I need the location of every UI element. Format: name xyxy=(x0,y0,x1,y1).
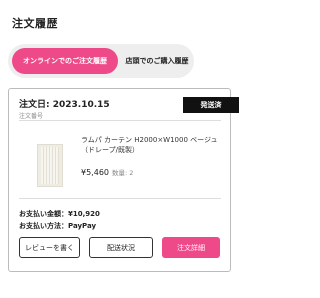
divider xyxy=(19,198,221,199)
product-image[interactable] xyxy=(37,144,63,187)
payment-method: お支払い方法：PayPay xyxy=(19,222,97,230)
shipping-status-button[interactable]: 配送状況 xyxy=(89,237,153,258)
divider xyxy=(19,120,221,121)
order-source-tabs: オンラインでのご注文履歴 店頭でのご購入履歴 xyxy=(8,44,194,78)
product-price-line: ¥5,460 数量: 2 xyxy=(81,167,133,177)
write-review-button[interactable]: レビューを書く xyxy=(19,237,80,258)
status-badge: 発送済 xyxy=(183,97,239,113)
order-detail-button[interactable]: 注文詳細 xyxy=(162,237,220,258)
product-name[interactable]: ラムパ カーテン H2000×W1000 ベージュ（ドレープ/既製） xyxy=(81,135,221,155)
tab-online-orders[interactable]: オンラインでのご注文履歴 xyxy=(12,48,118,74)
payment-amount: お支払い金額：¥10,920 xyxy=(19,210,100,218)
order-date: 注文日: 2023.10.15 xyxy=(19,100,110,110)
product-price: ¥5,460 xyxy=(81,168,109,177)
order-number-label: 注文番号 xyxy=(19,113,44,120)
product-quantity: 数量: 2 xyxy=(112,169,134,177)
page-title: 注文履歴 xyxy=(12,17,58,30)
tab-store-purchases[interactable]: 店頭でのご購入履歴 xyxy=(121,48,193,74)
order-card: 注文日: 2023.10.15 注文番号 発送済 ラムパ カーテン H2000×… xyxy=(8,88,239,272)
